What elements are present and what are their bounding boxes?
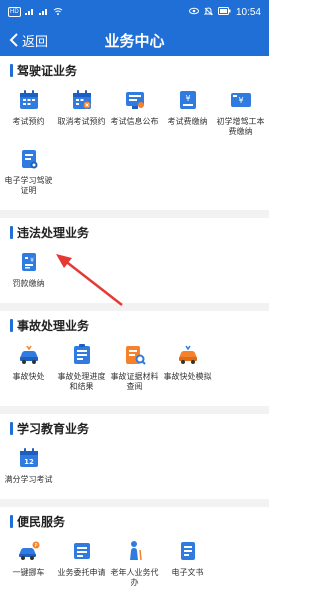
service-item[interactable]: 事故快处 — [2, 341, 55, 392]
svg-text:¥: ¥ — [30, 257, 34, 264]
calendar-cancel-icon — [70, 88, 94, 112]
fee-card-icon: ¥ — [229, 88, 253, 112]
nav-bar: 返回 业务中心 — [0, 24, 269, 56]
car-accident-icon — [17, 343, 41, 367]
section-1: 违法处理业务 ¥ 罚款缴纳 — [0, 218, 269, 303]
service-grid: 考试预约 取消考试预约 考试信息公布 ¥ 考试费缴纳 ¥ 初学增驾工本费缴纳电子学习驾驶证明 — [0, 84, 269, 210]
service-item[interactable]: 业务委托申请 — [55, 537, 108, 588]
service-grid: 12 满分学习考试 — [0, 442, 269, 499]
delegate-icon — [70, 539, 94, 563]
service-label: 取消考试预约 — [57, 117, 106, 126]
service-item[interactable]: 12 满分学习考试 — [2, 444, 55, 485]
document-icon — [17, 147, 41, 171]
wifi-icon — [53, 7, 63, 17]
progress-doc-icon — [70, 343, 94, 367]
service-grid: 事故快处 事故处理进度和结果 事故证据材料查阅 事故快处模拟 — [0, 339, 269, 406]
service-label: 考试费缴纳 — [167, 117, 208, 126]
move-car-icon: P — [17, 539, 41, 563]
service-label: 考试预约 — [12, 117, 45, 126]
service-item[interactable]: 考试预约 — [2, 86, 55, 137]
fee-icon: ¥ — [176, 88, 200, 112]
service-item[interactable]: ¥ 罚款缴纳 — [2, 248, 55, 289]
section-title: 事故处理业务 — [0, 311, 269, 339]
service-item[interactable]: P 一键挪车 — [2, 537, 55, 588]
svg-text:P: P — [34, 543, 37, 549]
svg-text:¥: ¥ — [238, 96, 243, 105]
section-3: 学习教育业务 12 满分学习考试 — [0, 414, 269, 499]
service-item[interactable]: ¥ 考试费缴纳 — [161, 86, 214, 137]
service-item[interactable]: 事故证据材料查阅 — [108, 341, 161, 392]
calendar-12-icon: 12 — [17, 446, 41, 470]
section-title: 学习教育业务 — [0, 414, 269, 442]
service-item[interactable]: 事故快处模拟 — [161, 341, 214, 392]
info-board-icon — [123, 88, 147, 112]
service-label: 事故证据材料查阅 — [110, 372, 159, 391]
eye-icon — [188, 7, 199, 17]
service-label: 罚款缴纳 — [12, 279, 45, 288]
service-label: 电子文书 — [171, 568, 204, 577]
network-hd-label: HD — [8, 7, 21, 17]
service-label: 考试信息公布 — [110, 117, 159, 126]
back-button[interactable]: 返回 — [8, 24, 48, 56]
section-2: 事故处理业务事故快处 事故处理进度和结果 事故证据材料查阅 事故快处模拟 — [0, 311, 269, 406]
service-item[interactable]: 取消考试预约 — [55, 86, 108, 137]
section-4: 便民服务 P 一键挪车 业务委托申请 老年人业务代办 电子文书 — [0, 507, 269, 600]
elderly-icon — [123, 539, 147, 563]
mute-icon — [203, 6, 214, 18]
evidence-search-icon — [123, 343, 147, 367]
signal-icon — [24, 7, 35, 17]
service-item[interactable]: 电子文书 — [161, 537, 214, 588]
service-label: 老年人业务代办 — [110, 568, 159, 587]
section-0: 驾驶证业务考试预约 取消考试预约 考试信息公布 ¥ 考试费缴纳 ¥ 初学增驾工本费缴纳电子学… — [0, 56, 269, 210]
status-bar: HD 10:54 — [0, 0, 269, 24]
section-title: 驾驶证业务 — [0, 56, 269, 84]
service-grid: ¥ 罚款缴纳 — [0, 246, 269, 303]
service-item[interactable]: 考试信息公布 — [108, 86, 161, 137]
svg-text:¥: ¥ — [185, 94, 190, 103]
service-grid: P 一键挪车 业务委托申请 老年人业务代办 电子文书 — [0, 535, 269, 600]
service-item[interactable]: 事故处理进度和结果 — [55, 341, 108, 392]
e-document-icon — [176, 539, 200, 563]
calendar-icon — [17, 88, 41, 112]
service-label: 事故快处模拟 — [163, 372, 212, 381]
service-label: 满分学习考试 — [4, 475, 53, 484]
service-label: 事故处理进度和结果 — [57, 372, 106, 391]
service-label: 初学增驾工本费缴纳 — [216, 117, 265, 136]
service-label: 业务委托申请 — [57, 568, 106, 577]
service-label: 电子学习驾驶证明 — [4, 176, 53, 195]
battery-icon — [217, 7, 231, 17]
service-label: 一键挪车 — [12, 568, 45, 577]
clock: 10:54 — [235, 6, 261, 18]
signal-icon-2 — [38, 7, 49, 17]
service-item[interactable]: ¥ 初学增驾工本费缴纳 — [214, 86, 267, 137]
car-simulation-icon — [176, 343, 200, 367]
svg-text:12: 12 — [24, 458, 34, 466]
section-title: 违法处理业务 — [0, 218, 269, 246]
service-item[interactable]: 电子学习驾驶证明 — [2, 145, 55, 196]
back-label: 返回 — [22, 33, 49, 49]
service-label: 事故快处 — [12, 372, 45, 381]
business-list[interactable]: 驾驶证业务考试预约 取消考试预约 考试信息公布 ¥ 考试费缴纳 ¥ 初学增驾工本费缴纳电子学… — [0, 56, 269, 600]
service-item[interactable]: 老年人业务代办 — [108, 537, 161, 588]
chevron-left-icon — [9, 33, 18, 47]
fine-icon: ¥ — [17, 250, 41, 274]
section-title: 便民服务 — [0, 507, 269, 535]
